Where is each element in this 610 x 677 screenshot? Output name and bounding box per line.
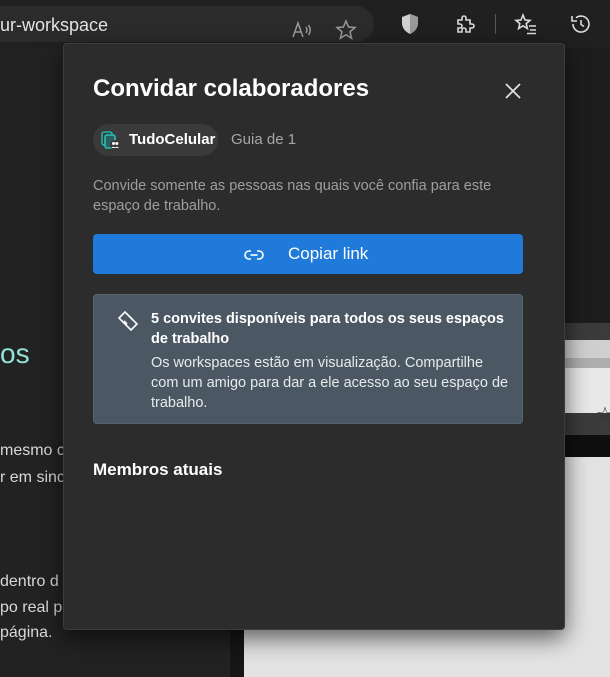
invites-info-box: 5 convites disponíveis para todos os seu… bbox=[93, 294, 523, 424]
browser-essentials-shield-icon[interactable] bbox=[398, 12, 422, 36]
close-button[interactable] bbox=[500, 78, 526, 104]
browser-toolbar: ur-workspace bbox=[0, 0, 610, 49]
url-text[interactable]: ur-workspace bbox=[0, 15, 108, 36]
current-members-heading: Membros atuais bbox=[93, 460, 223, 479]
copy-link-button[interactable]: Copiar link bbox=[93, 234, 523, 274]
dialog-title: Convidar colaboradores bbox=[93, 75, 370, 102]
background-heading: os bbox=[0, 338, 30, 369]
copy-link-label: Copiar link bbox=[288, 244, 369, 263]
favorites-list-icon[interactable] bbox=[514, 12, 538, 36]
toolbar-divider bbox=[495, 14, 496, 34]
background-text-line: página. bbox=[0, 624, 53, 641]
close-icon bbox=[505, 83, 521, 99]
ticket-icon bbox=[116, 309, 140, 333]
info-title: 5 convites disponíveis para todos os seu… bbox=[151, 311, 504, 347]
read-aloud-icon[interactable] bbox=[290, 18, 314, 42]
history-icon[interactable] bbox=[569, 12, 593, 36]
workspace-chip: TudoCelular bbox=[93, 124, 218, 156]
address-bar[interactable]: ur-workspace bbox=[0, 6, 374, 42]
invite-collaborators-dialog: Convidar colaboradores TudoCelular Guia … bbox=[63, 43, 565, 630]
extensions-puzzle-icon[interactable] bbox=[453, 12, 477, 36]
info-body: Os workspaces estão em visualização. Com… bbox=[151, 355, 509, 411]
link-icon bbox=[243, 244, 265, 266]
tab-count: Guia de 1 bbox=[231, 131, 297, 148]
background-text-line: po real p bbox=[0, 599, 63, 616]
background-star-icon: ☆ bbox=[596, 404, 610, 426]
background-text-line: mesmo c bbox=[0, 442, 65, 459]
workspace-collaborators-icon bbox=[99, 129, 121, 151]
dialog-description: Convide somente as pessoas nas quais voc… bbox=[93, 178, 492, 214]
background-text-line: dentro d bbox=[0, 573, 59, 590]
background-text-line: r em sinc bbox=[0, 469, 65, 486]
workspace-name: TudoCelular bbox=[129, 131, 216, 148]
favorite-star-icon[interactable] bbox=[334, 18, 358, 42]
